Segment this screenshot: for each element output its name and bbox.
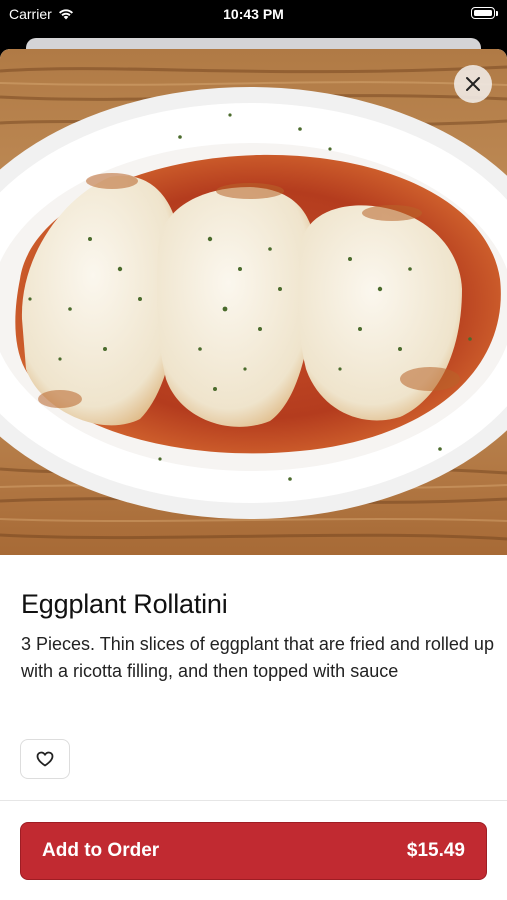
- eggplant-rollatini-photo: [0, 49, 507, 555]
- add-to-order-button[interactable]: Add to Order $15.49: [20, 822, 487, 880]
- heart-icon: [36, 751, 54, 767]
- status-time: 10:43 PM: [223, 6, 284, 22]
- price-label: $15.49: [406, 840, 465, 861]
- screen: Carrier 10:43 PM Eggplant Rollatini 3 Pi…: [0, 0, 507, 900]
- item-title: Eggplant Rollatini: [21, 589, 228, 619]
- close-icon: [466, 77, 480, 91]
- item-detail-card: Eggplant Rollatini 3 Pieces. Thin slices…: [0, 49, 507, 900]
- divider: [0, 800, 507, 801]
- favorite-button[interactable]: [20, 739, 70, 779]
- item-description: 3 Pieces. Thin slices of eggplant that a…: [21, 634, 494, 681]
- status-bar: Carrier 10:43 PM: [0, 0, 507, 30]
- close-button[interactable]: [454, 65, 492, 103]
- food-illustration: [0, 49, 507, 555]
- battery-icon: [471, 7, 498, 19]
- add-to-order-label: Add to Order: [42, 840, 160, 861]
